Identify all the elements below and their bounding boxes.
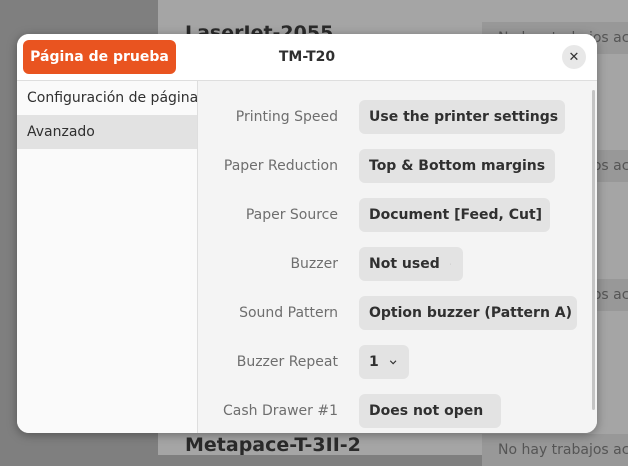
- sound-pattern-dropdown[interactable]: Option buzzer (Pattern A): [359, 296, 577, 330]
- advanced-settings-panel: Printing Speed Use the printer settings …: [198, 81, 597, 433]
- buzzer-repeat-dropdown[interactable]: 1: [359, 345, 409, 379]
- dropdown-value: Use the printer settings: [369, 109, 559, 125]
- setting-label: Buzzer Repeat: [236, 354, 338, 370]
- paper-reduction-dropdown[interactable]: Top & Bottom margins: [359, 149, 555, 183]
- sidebar-item-label: Configuración de página: [27, 90, 199, 106]
- setting-label: Paper Reduction: [223, 158, 338, 174]
- sidebar-item-advanced[interactable]: Avanzado: [17, 115, 197, 149]
- setting-row-paper-source: Paper Source Document [Feed, Cut]: [198, 198, 597, 232]
- dropdown-value: Does not open: [369, 403, 484, 419]
- cash-drawer-1-dropdown[interactable]: Does not open: [359, 394, 501, 428]
- setting-row-printing-speed: Printing Speed Use the printer settings: [198, 100, 597, 134]
- chevron-down-icon: [389, 360, 397, 365]
- setting-label: Printing Speed: [235, 109, 338, 125]
- dropdown-value: Option buzzer (Pattern A): [369, 305, 573, 321]
- setting-row-sound-pattern: Sound Pattern Option buzzer (Pattern A): [198, 296, 597, 330]
- sidebar-item-page-setup[interactable]: Configuración de página: [17, 81, 199, 115]
- setting-label: Buzzer: [290, 256, 338, 272]
- sidebar: Configuración de página Avanzado: [17, 81, 198, 433]
- setting-label: Cash Drawer #1: [223, 403, 338, 419]
- setting-label: Sound Pattern: [239, 305, 338, 321]
- background-printer-status: No hay trabajos activos: [482, 434, 628, 466]
- printing-speed-dropdown[interactable]: Use the printer settings: [359, 100, 565, 134]
- dropdown-value: Not used: [369, 256, 440, 272]
- sidebar-item-label: Avanzado: [27, 124, 95, 140]
- close-icon: ✕: [568, 49, 580, 65]
- setting-label: Paper Source: [245, 207, 338, 223]
- test-page-button[interactable]: Página de prueba: [23, 40, 176, 74]
- printer-options-dialog: Página de prueba TM-T20 ✕ Configuración …: [17, 34, 597, 433]
- background-printer-name: Metapace-T-3II-2: [185, 434, 361, 456]
- close-button[interactable]: ✕: [562, 45, 586, 69]
- scrollbar[interactable]: [592, 90, 595, 410]
- setting-row-cash-drawer-1: Cash Drawer #1 Does not open: [198, 394, 597, 428]
- setting-row-buzzer: Buzzer Not used: [198, 247, 597, 281]
- dialog-headerbar: Página de prueba TM-T20 ✕: [17, 34, 597, 81]
- buzzer-dropdown[interactable]: Not used: [359, 247, 463, 281]
- dropdown-value: Top & Bottom margins: [369, 158, 546, 174]
- dropdown-value: 1: [369, 354, 379, 370]
- dropdown-value: Document [Feed, Cut]: [369, 207, 543, 223]
- paper-source-dropdown[interactable]: Document [Feed, Cut]: [359, 198, 550, 232]
- setting-row-buzzer-repeat: Buzzer Repeat 1: [198, 345, 597, 379]
- chevron-down-icon: [449, 263, 451, 265]
- setting-row-paper-reduction: Paper Reduction Top & Bottom margins: [198, 149, 597, 183]
